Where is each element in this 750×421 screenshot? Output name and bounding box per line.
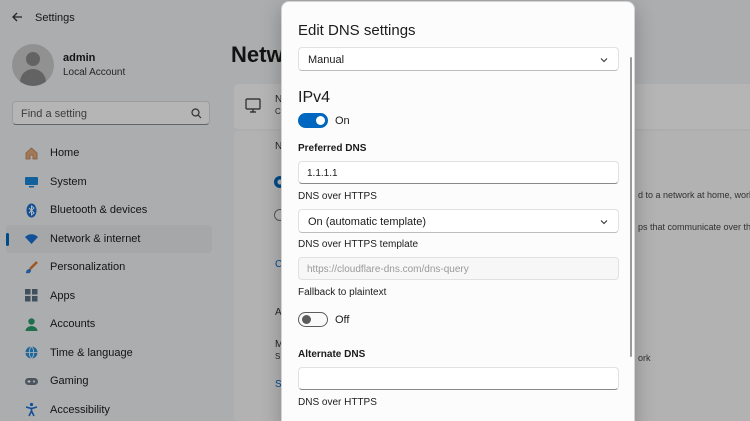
fallback-toggle-label: Off [335, 314, 350, 326]
dns-mode-dropdown[interactable]: Manual [298, 47, 619, 71]
dialog-scrollbar[interactable] [630, 57, 632, 357]
input-value: 1.1.1.1 [307, 168, 338, 179]
doh-template-label: DNS over HTTPS template [298, 239, 419, 250]
input-value: https://cloudflare-dns.com/dns-query [307, 264, 469, 275]
preferred-dns-label: Preferred DNS [298, 143, 367, 154]
doh-dropdown[interactable]: On (automatic template) [298, 209, 619, 233]
chevron-down-icon [600, 58, 608, 63]
alternate-dns-label: Alternate DNS [298, 349, 366, 360]
dropdown-value: On (automatic template) [308, 216, 426, 228]
chevron-down-icon [600, 220, 608, 225]
doh-template-input: https://cloudflare-dns.com/dns-query [298, 257, 619, 280]
ipv4-toggle[interactable] [298, 113, 328, 128]
preferred-dns-input[interactable]: 1.1.1.1 [298, 161, 619, 184]
fallback-toggle[interactable] [298, 312, 328, 327]
dialog-title: Edit DNS settings [298, 22, 416, 39]
fallback-label: Fallback to plaintext [298, 287, 387, 298]
edit-dns-dialog: Edit DNS settings Manual IPv4 On Preferr… [281, 1, 635, 421]
dropdown-value: Manual [308, 54, 345, 66]
doh-label: DNS over HTTPS [298, 191, 377, 202]
ipv4-section-title: IPv4 [298, 89, 331, 106]
alternate-dns-input[interactable] [298, 367, 619, 390]
doh-label-2: DNS over HTTPS [298, 397, 377, 408]
ipv4-toggle-label: On [335, 115, 350, 127]
